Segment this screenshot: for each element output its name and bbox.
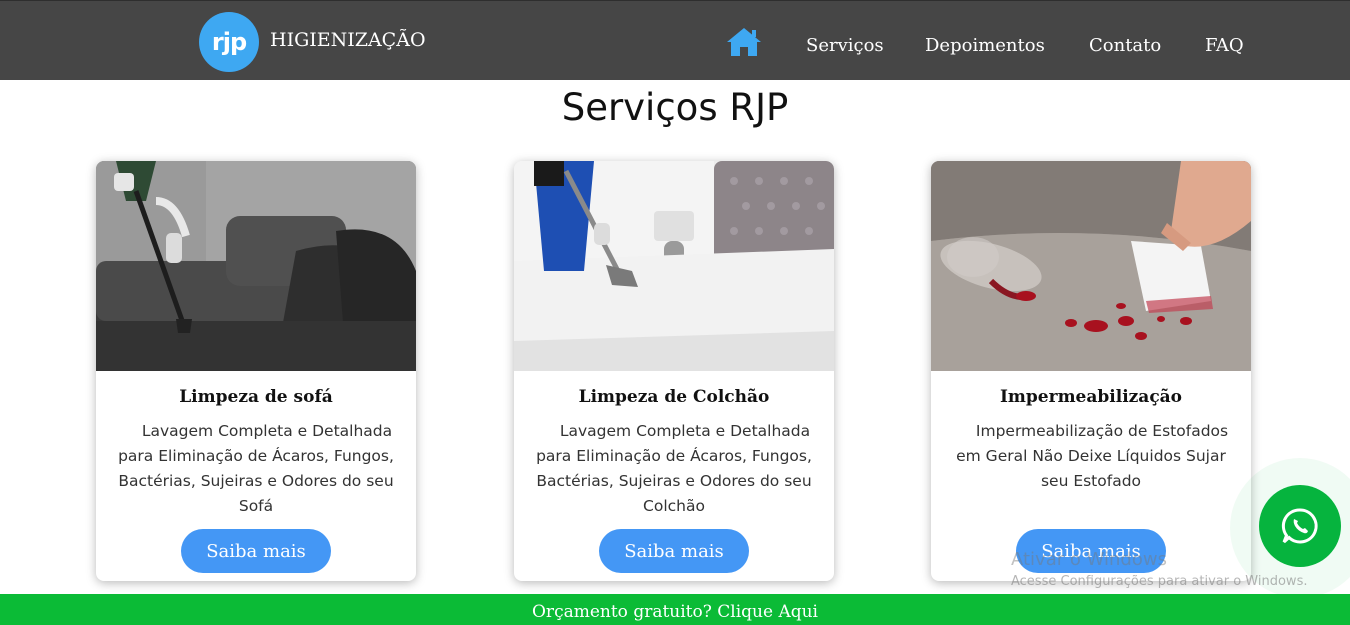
- sofa-cleaning-image: [96, 161, 416, 371]
- free-quote-bar[interactable]: Orçamento gratuito? Clique Aqui: [0, 594, 1350, 625]
- saiba-mais-button[interactable]: Saiba mais: [599, 529, 749, 573]
- windows-watermark-subtitle: Acesse Configurações para ativar o Windo…: [1011, 574, 1308, 589]
- whatsapp-button[interactable]: [1259, 485, 1341, 567]
- home-icon[interactable]: [726, 27, 762, 57]
- rjp-logo[interactable]: rjp: [199, 12, 259, 72]
- waterproofing-image: [931, 161, 1251, 371]
- site-header: rjp HIGIENIZAÇÃO Serviços Depoimentos Co…: [0, 0, 1350, 80]
- card-title: Impermeabilização: [999, 387, 1183, 407]
- section-title: Serviços RJP: [561, 86, 789, 129]
- card-title: Limpeza de Colchão: [578, 387, 770, 407]
- nav-contato[interactable]: Contato: [1089, 35, 1161, 56]
- nav-faq[interactable]: FAQ: [1205, 35, 1244, 56]
- card-description: Impermeabilização de Estofados em Geral …: [956, 422, 1229, 490]
- nav-depoimentos[interactable]: Depoimentos: [925, 35, 1045, 56]
- service-card-colchao: Limpeza de Colchão Lavagem Completa e De…: [514, 161, 834, 581]
- whatsapp-icon: [1281, 508, 1318, 544]
- card-description: Lavagem Completa e Detalhada para Elimin…: [118, 422, 394, 515]
- card-description: Lavagem Completa e Detalhada para Elimin…: [536, 422, 812, 515]
- nav-servicos[interactable]: Serviços: [806, 35, 884, 56]
- service-card-sofa: Limpeza de sofá Lavagem Completa e Detal…: [96, 161, 416, 581]
- saiba-mais-button[interactable]: Saiba mais: [181, 529, 331, 573]
- brand-name: HIGIENIZAÇÃO: [270, 29, 426, 51]
- mattress-cleaning-image: [514, 161, 834, 371]
- card-title: Limpeza de sofá: [179, 387, 333, 407]
- service-card-impermeabilizacao: Impermeabilização Impermeabilização de E…: [931, 161, 1251, 581]
- windows-watermark-title: Ativar o Windows: [1011, 549, 1167, 570]
